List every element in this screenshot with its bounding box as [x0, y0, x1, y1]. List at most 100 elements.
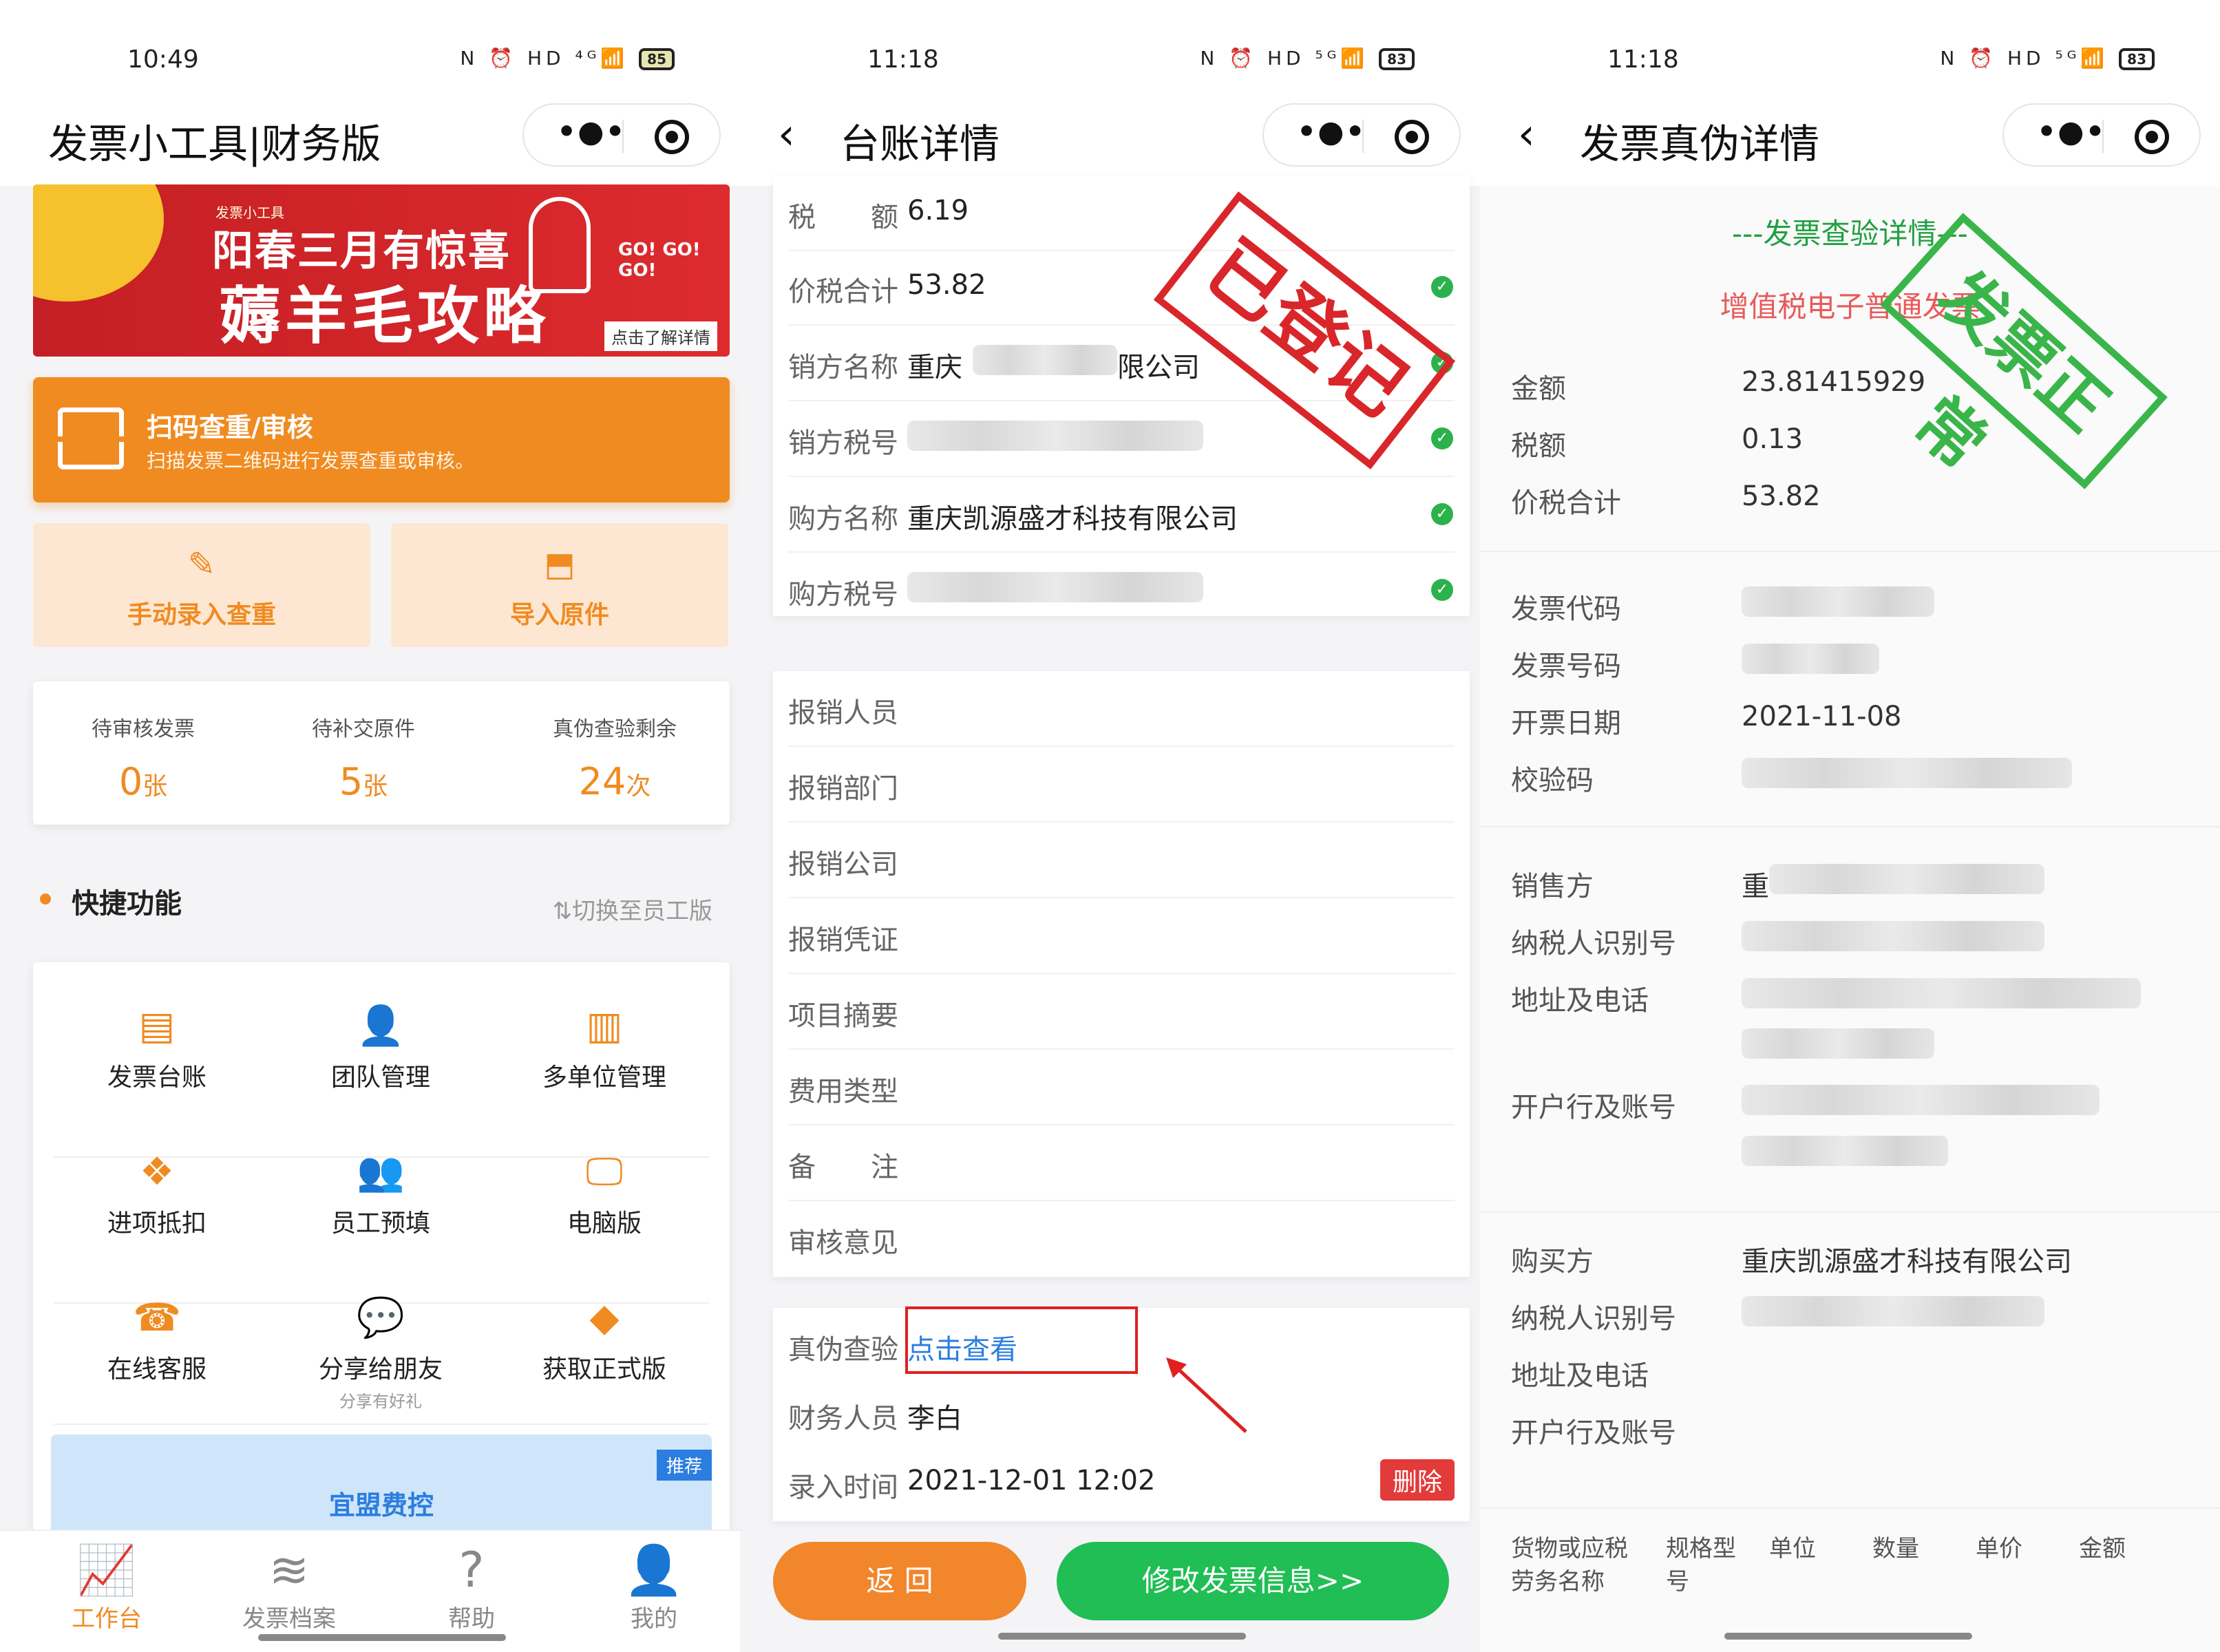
field-expense-type[interactable]: 费用类型 — [773, 1050, 1470, 1125]
value-buyer: 重庆凯源盛才科技有限公司 — [1742, 1246, 2072, 1278]
check-icon: ✓ — [1431, 503, 1453, 525]
redacted-blur — [1742, 1028, 1934, 1059]
phone-workbench: 10:49 N ⏰ HD ⁴ᴳ📶 85 发票小工具|财务版 •●• 发票小工具 … — [0, 0, 740, 1652]
col-unit-price: 单价 — [1976, 1535, 2022, 1563]
value-amount: 23.81415929 — [1742, 366, 1926, 398]
value-issue-date: 2021-11-08 — [1742, 701, 1902, 732]
redacted-blur — [1742, 644, 1879, 674]
scan-title: 扫码查重/审核 — [147, 412, 313, 443]
grid-online-service[interactable]: ☎ 在线客服 — [47, 1294, 267, 1385]
back-arrow-icon[interactable]: ‹ — [1518, 109, 1535, 159]
scan-icon — [56, 407, 126, 469]
team-icon: 👤 — [357, 1004, 405, 1048]
field-remark[interactable]: 备 注 — [773, 1125, 1470, 1201]
stat-missing-originals[interactable]: 待补交原件 5张 — [288, 712, 439, 803]
nav-bar: 发票小工具|财务版 •●• — [0, 96, 740, 186]
promo-banner[interactable]: 发票小工具 阳春三月有惊喜 薅羊毛攻略 GO! GO! GO! 点击了解详情 — [33, 184, 730, 357]
redacted-blur — [1742, 586, 1934, 617]
grid-multi-unit[interactable]: ▥ 多单位管理 — [494, 1002, 715, 1093]
redacted-blur — [973, 345, 1117, 375]
stat-verify-remaining[interactable]: 真伪查验剩余 24次 — [529, 712, 701, 803]
grid-get-official[interactable]: ◆ 获取正式版 — [494, 1294, 715, 1385]
grid-input-deduction[interactable]: ❖ 进项抵扣 — [47, 1148, 267, 1239]
value-seller: 重 — [1742, 871, 1769, 902]
more-icon[interactable]: •●• — [1297, 114, 1366, 149]
grid-staff-prefill[interactable]: 👥 员工预填 — [271, 1148, 491, 1239]
row-entry-time: 录入时间 2021-12-01 12:02 删除 — [773, 1446, 1470, 1521]
label-seller-address: 地址及电话 — [1511, 985, 1649, 1017]
field-department[interactable]: 报销部门 — [773, 747, 1470, 823]
manual-entry-button[interactable]: ✎ 手动录入查重 — [33, 523, 370, 647]
grid-desktop-version[interactable]: 🖵 电脑版 — [494, 1148, 715, 1239]
label-seller: 销售方 — [1511, 871, 1594, 902]
redacted-blur — [1742, 1296, 2044, 1326]
label-issue-date: 开票日期 — [1511, 708, 1621, 739]
grid-share-friends[interactable]: 💬 分享给朋友 分享有好礼 — [271, 1294, 491, 1412]
redacted-blur — [907, 421, 1203, 451]
tab-mine[interactable]: 👤 我的 — [585, 1540, 723, 1633]
row-buyer-name: 购方名称 重庆凯源盛才科技有限公司 ✓ — [773, 477, 1470, 553]
page-title: 台账详情 — [840, 120, 1000, 167]
label-buyer-tax-id: 纳税人识别号 — [1511, 1303, 1676, 1335]
annotation-arrow-icon — [1166, 1357, 1247, 1433]
grid-team-management[interactable]: 👤 团队管理 — [271, 1002, 491, 1093]
home-indicator[interactable] — [998, 1633, 1246, 1640]
more-icon[interactable]: •●• — [557, 114, 626, 149]
field-reimburser[interactable]: 报销人员 — [773, 671, 1470, 747]
import-original-button[interactable]: ⬒ 导入原件 — [391, 523, 728, 647]
scan-check-button[interactable]: 扫码查重/审核 扫描发票二维码进行发票查重或审核。 — [33, 377, 730, 502]
phone-ledger-detail: 11:18 N ⏰ HD ⁵ᴳ📶 83 ‹ 台账详情 •●• 税 额 6.19 价… — [740, 0, 1480, 1652]
home-indicator[interactable] — [258, 1634, 506, 1641]
mini-program-capsule[interactable]: •●• — [2002, 103, 2201, 167]
edit-invoice-button[interactable]: 修改发票信息>> — [1057, 1542, 1449, 1620]
status-time: 11:18 — [867, 45, 939, 74]
label-invoice-number: 发票号码 — [1511, 650, 1621, 682]
reimbursement-card: 报销人员 报销部门 报销公司 报销凭证 项目摘要 费用类型 备 注 审核意见 — [773, 671, 1470, 1277]
col-spec: 规格型号 — [1666, 1535, 1736, 1596]
field-audit-opinion[interactable]: 审核意见 — [773, 1201, 1470, 1277]
field-voucher[interactable]: 报销凭证 — [773, 898, 1470, 974]
value-tax: 0.13 — [1742, 423, 1804, 455]
status-time: 10:49 — [127, 45, 199, 74]
redacted-blur — [1769, 864, 2044, 894]
label-buyer: 购买方 — [1511, 1246, 1594, 1278]
check-icon: ✓ — [1431, 427, 1453, 449]
home-indicator[interactable] — [1724, 1633, 1972, 1640]
label-seller-tax-id: 纳税人识别号 — [1511, 928, 1676, 960]
import-icon: ⬒ — [544, 545, 575, 584]
close-target-icon[interactable] — [1395, 120, 1429, 154]
banner-more-link[interactable]: 点击了解详情 — [604, 321, 717, 351]
mini-program-capsule[interactable]: •●• — [1262, 103, 1461, 167]
status-icons: N ⏰ HD ⁵ᴳ📶 83 — [1940, 47, 2155, 70]
mini-program-capsule[interactable]: •●• — [522, 103, 721, 167]
switch-to-staff-link[interactable]: ⇅切换至员工版 — [553, 892, 713, 926]
label-invoice-code: 发票代码 — [1511, 593, 1621, 625]
grid-invoice-ledger[interactable]: ▤ 发票台账 — [47, 1002, 267, 1093]
recommend-badge: 推荐 — [656, 1450, 712, 1481]
ledger-icon: ▤ — [138, 1004, 176, 1048]
back-arrow-icon[interactable]: ‹ — [778, 109, 795, 159]
status-time: 11:18 — [1607, 45, 1679, 74]
back-button[interactable]: 返 回 — [773, 1542, 1026, 1620]
col-amount: 金额 — [2079, 1535, 2126, 1563]
stats-card: 待审核发票 0张 待补交原件 5张 真伪查验剩余 24次 — [33, 681, 730, 825]
close-target-icon[interactable] — [2135, 120, 2169, 154]
tab-workbench[interactable]: 📈 工作台 — [38, 1540, 176, 1633]
diamond-icon: ◆ — [589, 1295, 620, 1340]
delete-button[interactable]: 删除 — [1379, 1459, 1455, 1501]
tab-help[interactable]: ? 帮助 — [403, 1540, 540, 1633]
stat-pending-review[interactable]: 待审核发票 0张 — [67, 712, 219, 803]
smiley-icon — [33, 184, 164, 301]
close-target-icon[interactable] — [655, 120, 689, 154]
banner-title: 薅羊毛攻略 — [219, 280, 549, 352]
more-icon[interactable]: •●• — [2037, 114, 2106, 149]
label-tax: 税额 — [1511, 430, 1566, 462]
field-summary[interactable]: 项目摘要 — [773, 974, 1470, 1050]
field-company[interactable]: 报销公司 — [773, 823, 1470, 898]
page-title: 发票小工具|财务版 — [48, 120, 381, 167]
share-icon: 💬 — [357, 1295, 405, 1340]
nav-bar: ‹ 台账详情 •●• — [740, 96, 1480, 186]
check-icon: ✓ — [1431, 579, 1453, 601]
tab-invoice-archive[interactable]: ≋ 发票档案 — [220, 1540, 358, 1633]
status-icons: N ⏰ HD ⁵ᴳ📶 83 — [1200, 47, 1415, 70]
